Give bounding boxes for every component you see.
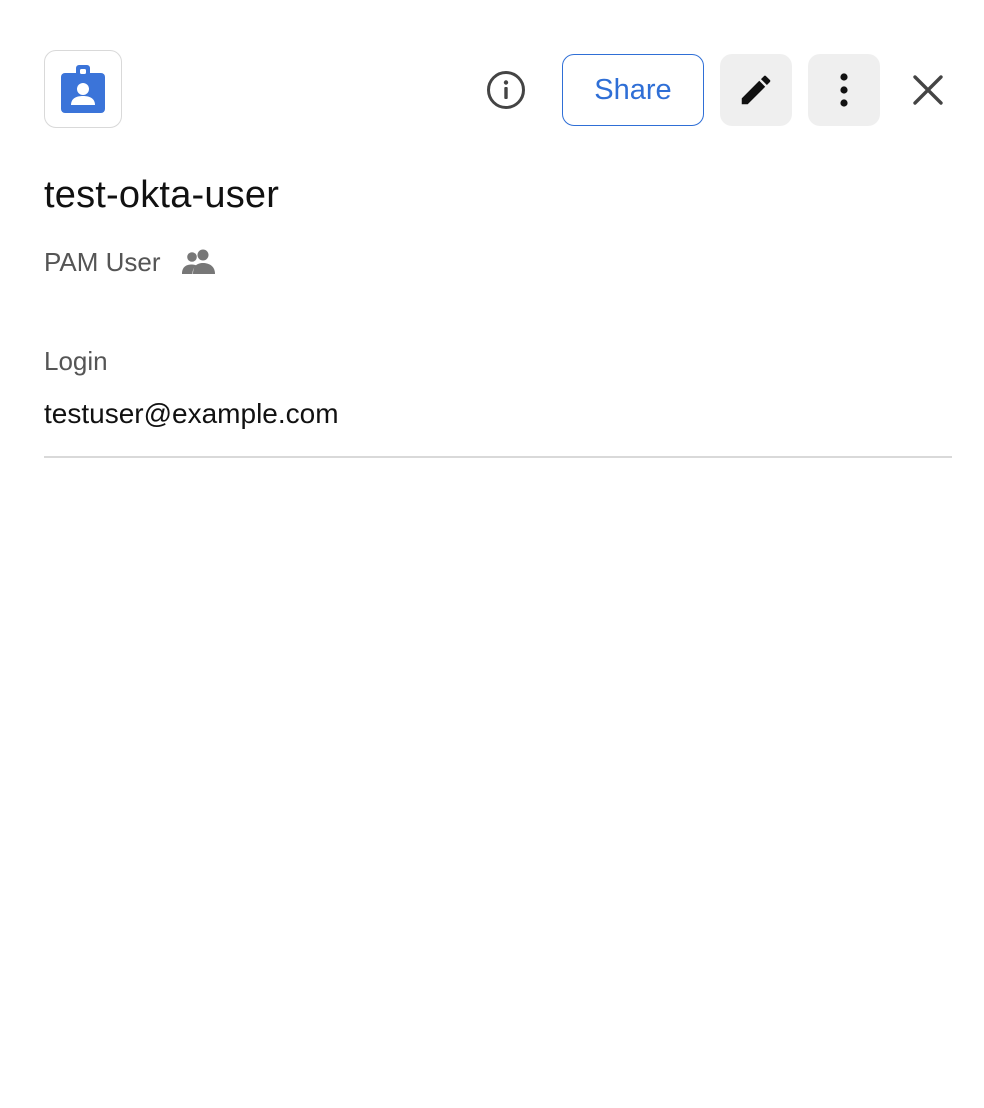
close-button[interactable] xyxy=(904,66,952,114)
login-field-value[interactable]: testuser@example.com xyxy=(44,398,339,430)
close-icon xyxy=(913,75,943,105)
pencil-icon xyxy=(741,75,771,105)
edit-button[interactable] xyxy=(720,54,792,126)
more-options-button[interactable] xyxy=(808,54,880,126)
field-divider xyxy=(44,456,952,458)
share-button[interactable]: Share xyxy=(562,54,704,126)
record-type-icon-box xyxy=(44,50,122,128)
share-button-label: Share xyxy=(594,73,672,106)
info-icon xyxy=(487,71,525,109)
record-detail-panel: Share test-okta-user PAM User Login test… xyxy=(0,0,984,1108)
shared-users-icon xyxy=(181,249,217,275)
more-vertical-icon xyxy=(840,73,848,107)
record-title: test-okta-user xyxy=(44,174,280,216)
info-button[interactable] xyxy=(482,66,530,114)
login-field-label: Login xyxy=(44,346,108,376)
record-subtitle: PAM User xyxy=(44,242,217,282)
record-type-label: PAM User xyxy=(44,246,161,277)
contact-badge-icon xyxy=(61,65,105,113)
